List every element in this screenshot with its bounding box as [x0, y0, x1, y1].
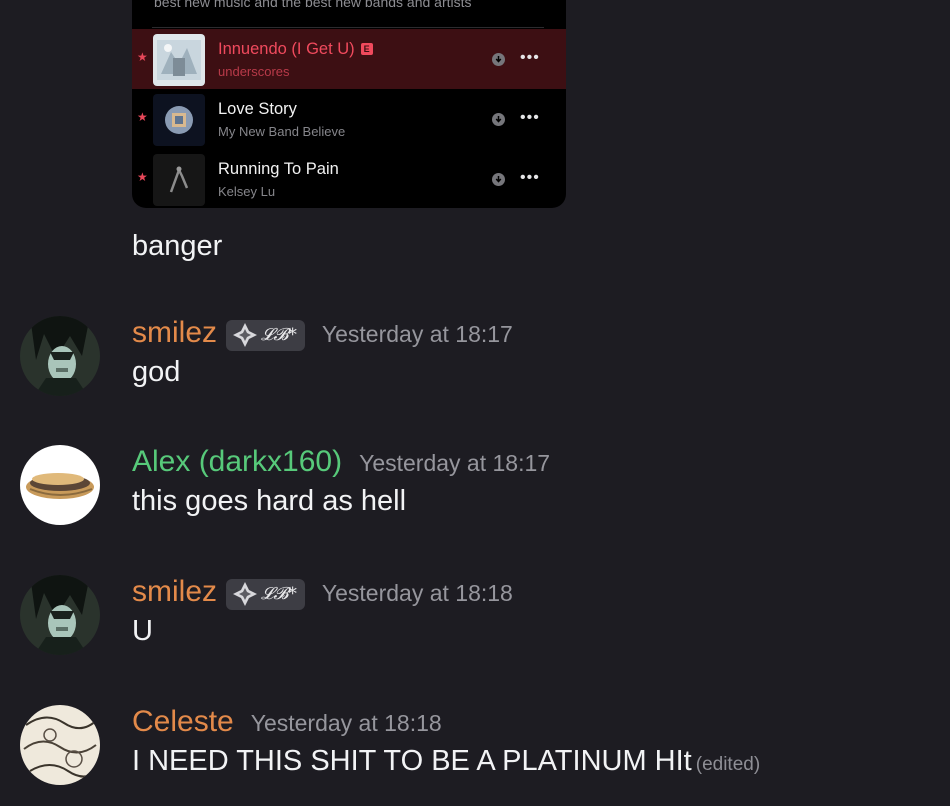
track-artist: underscores: [218, 64, 290, 79]
download-icon[interactable]: [492, 113, 505, 126]
star-icon: ★: [137, 170, 148, 184]
timestamp[interactable]: Yesterday at 18:18: [322, 580, 513, 607]
timestamp[interactable]: Yesterday at 18:18: [251, 710, 442, 737]
username[interactable]: smilez: [132, 575, 217, 609]
chat-message: smilez 𝓛𝓑* Yesterday at 18:17 god: [0, 316, 950, 408]
message-header: Celeste Yesterday at 18:18: [132, 705, 442, 739]
chat-message: smilez 𝓛𝓑* Yesterday at 18:18 U: [0, 575, 950, 667]
message-header: smilez 𝓛𝓑* Yesterday at 18:17: [132, 316, 513, 351]
star-icon: ★: [137, 50, 148, 64]
track-row-innuendo[interactable]: ★ Innuendo (I Get U) E underscores •••: [132, 29, 566, 89]
more-options-icon[interactable]: •••: [520, 170, 540, 186]
diamond-icon: [233, 323, 258, 347]
message-content: I NEED THIS SHIT TO BE A PLATINUM HIt: [132, 745, 692, 777]
message-text: banger: [132, 230, 223, 262]
album-art: [153, 154, 205, 206]
track-title: Love Story: [218, 100, 297, 118]
track-row-love-story[interactable]: ★ Love Story My New Band Believe •••: [132, 89, 566, 149]
message-text: I NEED THIS SHIT TO BE A PLATINUM HIt (ed…: [132, 745, 760, 778]
username[interactable]: Celeste: [132, 705, 234, 739]
avatar[interactable]: [20, 575, 100, 655]
divider: [152, 27, 544, 28]
avatar[interactable]: [20, 316, 100, 396]
download-icon[interactable]: [492, 53, 505, 66]
message-text: U: [132, 615, 153, 647]
role-tag: 𝓛𝓑*: [261, 325, 297, 345]
timestamp[interactable]: Yesterday at 18:17: [322, 321, 513, 348]
edited-label: (edited): [695, 754, 761, 775]
track-artist: My New Band Believe: [218, 124, 346, 139]
chat-message: Alex (darkx160) Yesterday at 18:17 this …: [0, 445, 950, 537]
role-badge[interactable]: 𝓛𝓑*: [226, 578, 305, 610]
diamond-icon: [233, 582, 258, 606]
star-icon: ★: [137, 110, 148, 124]
chat-message: Celeste Yesterday at 18:18 I NEED THIS S…: [0, 705, 950, 797]
username[interactable]: Alex (darkx160): [132, 445, 342, 479]
album-art: [153, 34, 205, 86]
timestamp[interactable]: Yesterday at 18:17: [359, 450, 550, 477]
track-row-running-to-pain[interactable]: ★ Running To Pain Kelsey Lu •••: [132, 149, 566, 208]
message-text: this goes hard as hell: [132, 485, 407, 517]
playlist-description: best new music and the best new bands an…: [154, 0, 472, 10]
more-options-icon[interactable]: •••: [520, 50, 540, 66]
explicit-badge: E: [360, 43, 373, 55]
track-title: Innuendo (I Get U) E: [218, 40, 373, 59]
message-header: smilez 𝓛𝓑* Yesterday at 18:18: [132, 575, 513, 610]
role-tag: 𝓛𝓑*: [261, 584, 297, 604]
album-art: [153, 94, 205, 146]
role-badge[interactable]: 𝓛𝓑*: [226, 319, 305, 351]
chat-view: best new music and the best new bands an…: [0, 0, 950, 806]
track-title: Running To Pain: [218, 160, 339, 178]
music-playlist-embed: best new music and the best new bands an…: [132, 0, 566, 208]
message-text: god: [132, 356, 181, 388]
download-icon[interactable]: [492, 173, 505, 186]
username[interactable]: smilez: [132, 316, 217, 350]
message-header: Alex (darkx160) Yesterday at 18:17: [132, 445, 550, 479]
more-options-icon[interactable]: •••: [520, 110, 540, 126]
track-artist: Kelsey Lu: [218, 184, 276, 199]
avatar[interactable]: [20, 705, 100, 785]
avatar[interactable]: [20, 445, 100, 525]
